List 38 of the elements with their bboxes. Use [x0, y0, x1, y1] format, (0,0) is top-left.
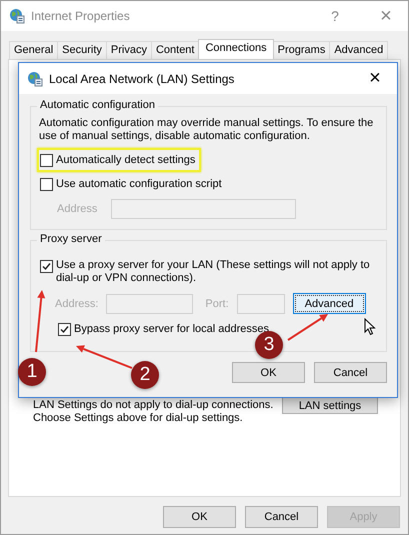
arrow — [287, 314, 328, 341]
field-label: Address — [57, 203, 98, 215]
checkbox[interactable] — [40, 260, 53, 273]
checkbox[interactable] — [40, 154, 53, 166]
checkbox[interactable] — [58, 322, 71, 336]
dialog-button[interactable]: Cancel — [314, 362, 387, 383]
globe-icon — [27, 70, 43, 86]
window-title: Internet Properties — [31, 9, 131, 24]
advanced-button[interactable]: Advanced — [292, 293, 366, 314]
close-button[interactable]: × — [353, 67, 397, 90]
checkbox-label[interactable]: Use a proxy server for your LAN (These settings will not apply to dial-up or VPN connections). — [56, 259, 370, 285]
checkbox-label[interactable]: Automatically detect settings — [56, 154, 196, 166]
dialog-button[interactable]: OK — [163, 506, 236, 528]
arrow — [35, 290, 46, 352]
input-field[interactable] — [236, 294, 285, 314]
input-field[interactable] — [106, 294, 194, 314]
input-field[interactable] — [111, 199, 296, 219]
lan-settings-button[interactable]: LAN settings — [282, 397, 378, 414]
checkbox[interactable] — [40, 178, 53, 190]
group-legend: Proxy server — [37, 233, 105, 245]
tab[interactable]: General — [9, 41, 58, 60]
cursor-icon — [364, 318, 376, 336]
dialog-button[interactable]: Cancel — [245, 506, 318, 528]
tab[interactable]: Connections — [198, 39, 274, 60]
checkbox-label[interactable]: Use automatic configuration script — [56, 178, 222, 190]
arrow — [76, 345, 132, 369]
help-button[interactable]: ? — [312, 8, 358, 24]
close-button[interactable]: × — [364, 4, 408, 28]
field-label: Address: — [55, 298, 98, 310]
field-label: Port: — [205, 298, 229, 310]
lan-note: LAN Settings do not apply to dial-up connections. Choose Settings above for dial-up settings. — [33, 399, 274, 426]
dialog-title: Local Area Network (LAN) Settings — [49, 72, 236, 86]
group-legend: Automatic configuration — [37, 99, 158, 111]
tab[interactable]: Privacy — [106, 41, 152, 60]
dialog-button[interactable]: OK — [232, 362, 305, 383]
description-text: Automatic configuration may override manual settings. To ensure the use of manual settings, disable automatic configuration. — [39, 117, 374, 143]
globe-icon — [9, 8, 25, 24]
tab[interactable]: Advanced — [329, 41, 388, 60]
